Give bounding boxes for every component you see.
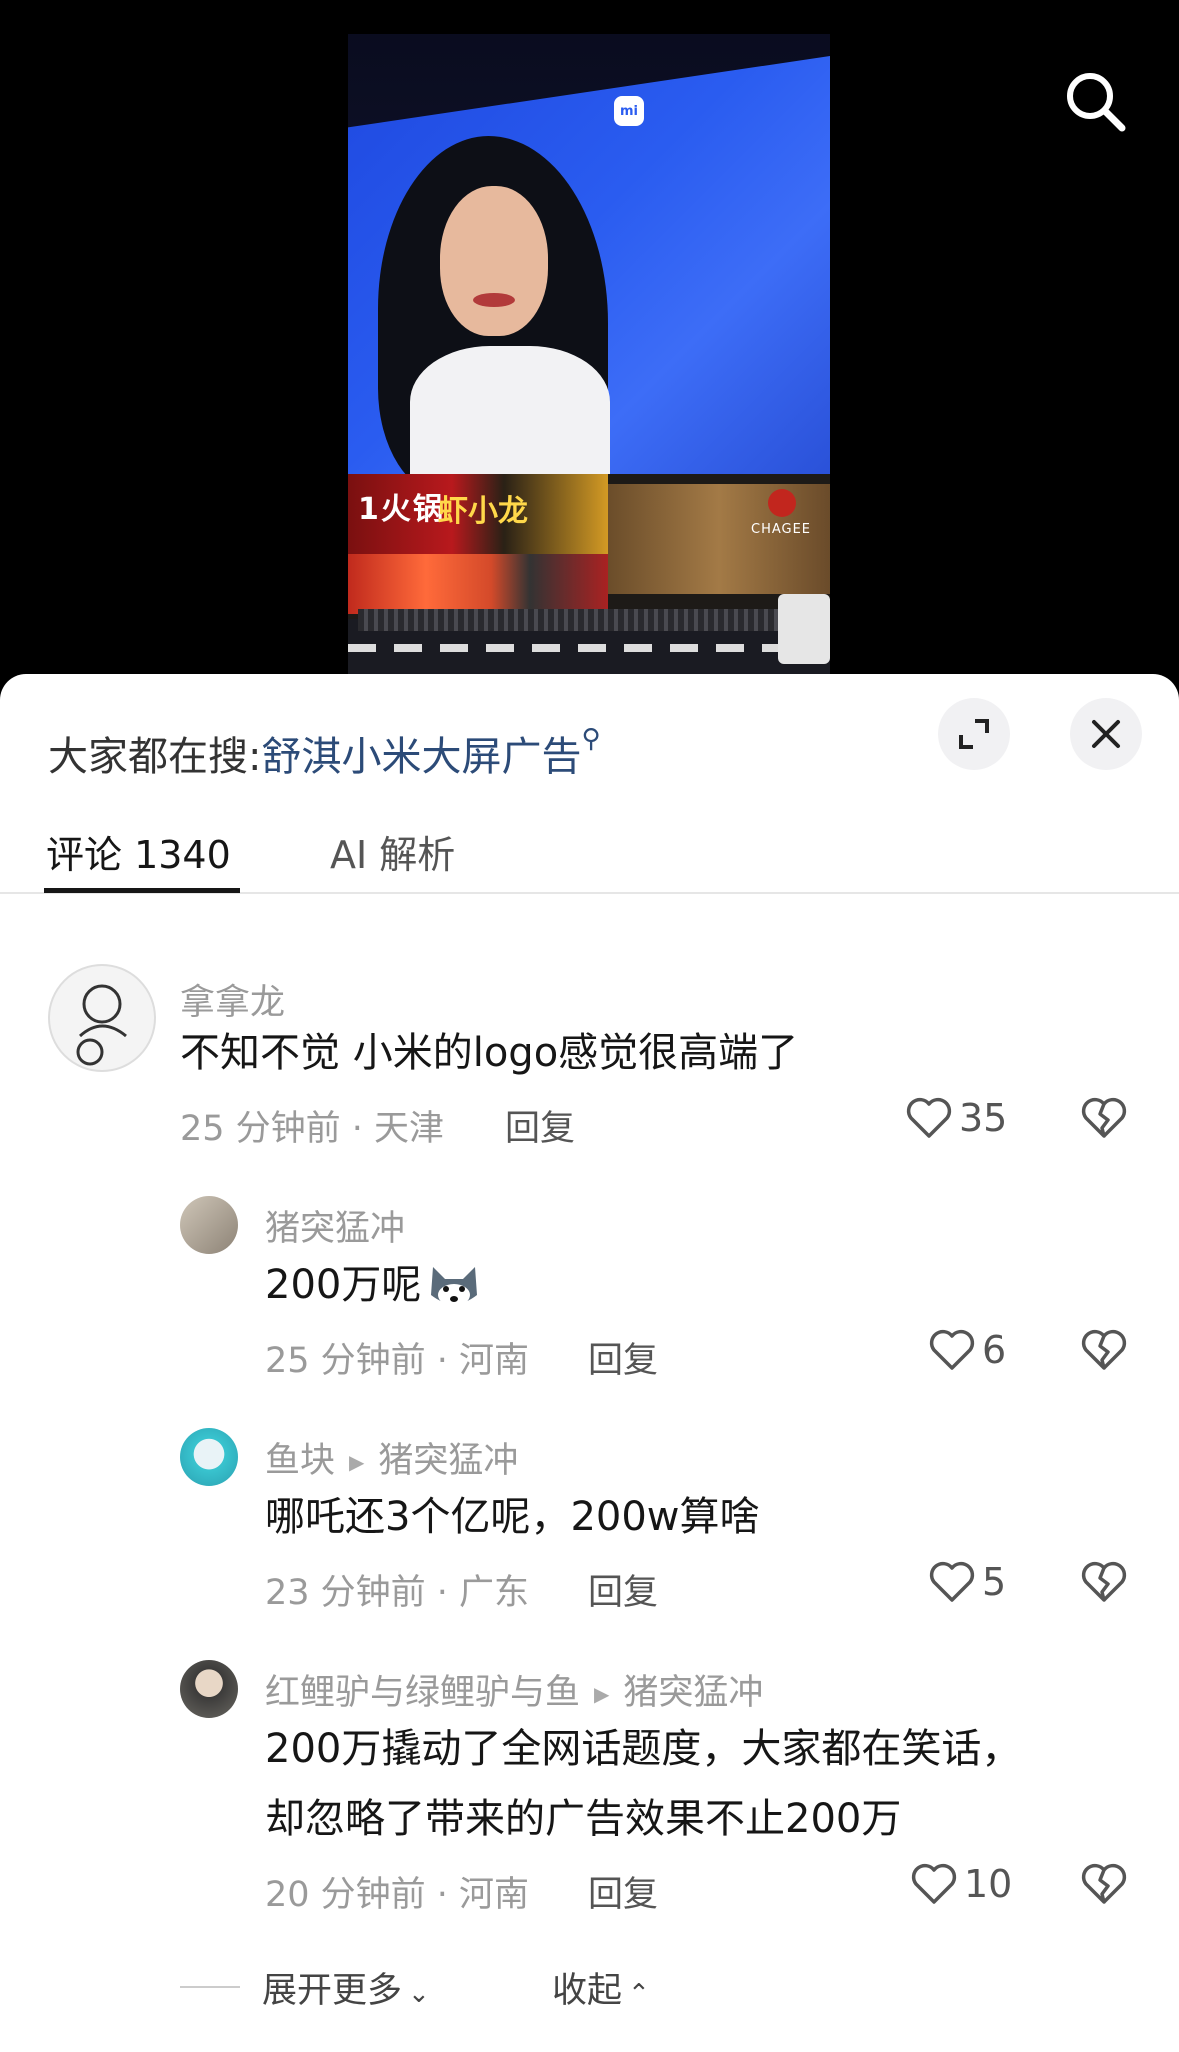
heart-icon xyxy=(929,1329,975,1370)
reply-arrow-icon: ▶ xyxy=(594,1682,610,1706)
avatar[interactable] xyxy=(48,964,156,1072)
husky-sticker-icon xyxy=(431,1267,478,1306)
tab-ai-analysis[interactable]: AI 解析 xyxy=(330,824,455,879)
avatar[interactable] xyxy=(180,1660,238,1718)
comment-meta: 23 分钟前 · 广东 xyxy=(265,1573,530,1613)
comment-text-line2: 却忽略了带来的广告效果不止200万 xyxy=(265,1796,902,1842)
chevron-up-icon: ⌃ xyxy=(628,1979,650,2009)
chagee-sign: CHAGEE xyxy=(751,522,812,537)
broken-heart-icon[interactable] xyxy=(1080,1558,1128,1606)
divider xyxy=(180,1986,240,1988)
close-icon xyxy=(1092,720,1120,748)
model-face xyxy=(440,186,548,336)
hot-search-prefix: 大家都在搜: xyxy=(48,734,262,780)
bronze-relief xyxy=(608,484,830,594)
chevron-down-icon: ⌄ xyxy=(408,1979,430,2009)
comment-text-content: 200万呢 xyxy=(265,1262,422,1308)
comment-username[interactable]: 红鲤驴与绿鲤驴与鱼 ▶ 猪突猛冲 xyxy=(265,1664,763,1715)
avatar[interactable] xyxy=(180,1196,238,1254)
collapse-label: 收起 xyxy=(552,1971,623,2011)
reply-target[interactable]: 猪突猛冲 xyxy=(623,1673,763,1713)
reply-button[interactable]: 回复 xyxy=(588,1866,658,1917)
hot-search-bar[interactable]: 大家都在搜:舒淇小米大屏广告⚲ xyxy=(48,724,601,782)
reply-author[interactable]: 鱼块 xyxy=(265,1441,335,1481)
comment-username[interactable]: 鱼块 ▶ 猪突猛冲 xyxy=(265,1432,518,1483)
sketch-avatar-icon xyxy=(76,984,127,1066)
active-tab-indicator xyxy=(44,888,240,893)
reply-button[interactable]: 回复 xyxy=(588,1564,658,1615)
reply-button[interactable]: 回复 xyxy=(588,1332,658,1383)
comment-text-line1: 200万撬动了全网话题度，大家都在笑话， xyxy=(265,1726,1022,1772)
shop-row xyxy=(348,554,608,614)
like-count: 6 xyxy=(982,1328,1007,1372)
reply-author[interactable]: 红鲤驴与绿鲤驴与鱼 xyxy=(265,1673,580,1713)
expand-more-label: 展开更多 xyxy=(262,1971,403,2011)
like-count: 5 xyxy=(982,1560,1007,1604)
broken-heart-icon[interactable] xyxy=(1080,1326,1128,1374)
like-count: 10 xyxy=(964,1862,1013,1906)
comment-meta: 25 分钟前 · 河南 xyxy=(265,1341,530,1381)
heart-icon xyxy=(906,1097,952,1138)
heart-icon xyxy=(911,1863,957,1904)
search-icon[interactable] xyxy=(1060,66,1130,136)
crosswalk xyxy=(348,644,830,652)
billboard-screen: mi xyxy=(348,56,830,476)
comment-meta: 20 分钟前 · 河南 xyxy=(265,1875,530,1915)
comment-username[interactable]: 猪突猛冲 xyxy=(265,1200,405,1251)
broken-heart-icon[interactable] xyxy=(1080,1860,1128,1908)
reply-arrow-icon: ▶ xyxy=(349,1450,365,1474)
like-button[interactable]: 35 xyxy=(905,1094,1007,1142)
like-button[interactable]: 10 xyxy=(910,1860,1012,1908)
like-button[interactable]: 5 xyxy=(928,1558,1006,1606)
collapse-button[interactable]: 收起 ⌃ xyxy=(552,1962,650,2013)
car xyxy=(778,594,830,664)
tab-bar: 评论 1340 AI 解析 xyxy=(0,814,1179,894)
hot-search-term[interactable]: 舒淇小米大屏广告 xyxy=(261,734,581,780)
like-button[interactable]: 6 xyxy=(928,1326,1006,1374)
expand-icon xyxy=(959,719,989,749)
comment-sheet: 大家都在搜:舒淇小米大屏广告⚲ 评论 1340 AI 解析 拿拿龙 不知不觉 小… xyxy=(0,674,1179,2052)
comment-meta: 25 分钟前 · 天津 xyxy=(180,1109,445,1149)
reply-target[interactable]: 猪突猛冲 xyxy=(378,1441,518,1481)
close-button[interactable] xyxy=(1070,698,1142,770)
like-count: 35 xyxy=(959,1096,1008,1140)
avatar[interactable] xyxy=(180,1428,238,1486)
video-frame[interactable]: mi 1火锅 虾小龙 CHAGEE xyxy=(348,34,830,674)
heart-icon xyxy=(929,1561,975,1602)
search-small-icon: ⚲ xyxy=(581,724,601,754)
tab-comments[interactable]: 评论 1340 xyxy=(46,824,231,879)
crowd xyxy=(358,609,798,631)
expand-button[interactable] xyxy=(938,698,1010,770)
expand-more-button[interactable]: 展开更多 ⌄ xyxy=(262,1962,430,2013)
model-shirt xyxy=(410,346,610,476)
video-player[interactable]: mi 1火锅 虾小龙 CHAGEE xyxy=(0,0,1179,690)
sign-hotpot: 1火锅 xyxy=(358,492,445,527)
comment-text: 哪吒还3个亿呢，200w算啥 xyxy=(265,1494,760,1540)
model-lips xyxy=(473,293,515,307)
comment-text: 不知不觉 小米的logo感觉很高端了 xyxy=(180,1030,799,1076)
broken-heart-icon[interactable] xyxy=(1080,1094,1128,1142)
xiaomi-logo: mi xyxy=(614,96,644,126)
comment-text: 200万呢 xyxy=(265,1250,483,1320)
chagee-logo xyxy=(768,489,796,517)
reply-button[interactable]: 回复 xyxy=(505,1100,575,1151)
sign-xiaolonglong: 虾小龙 xyxy=(438,494,528,529)
